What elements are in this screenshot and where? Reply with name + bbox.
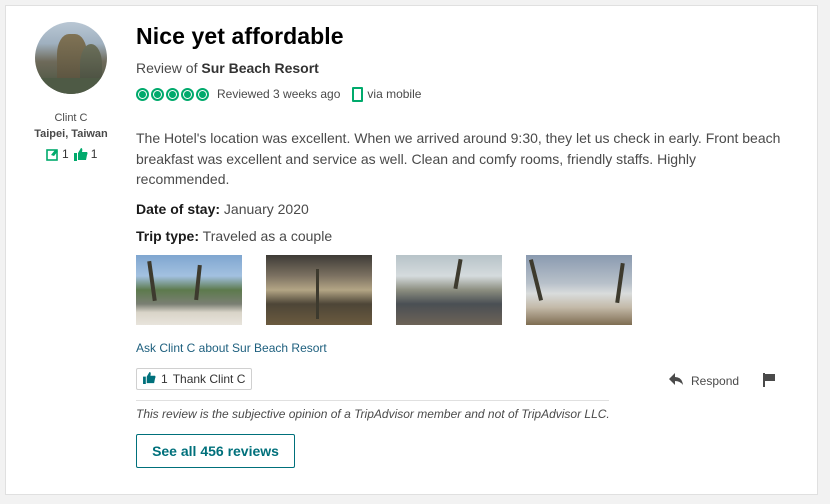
date-of-stay: Date of stay: January 2020 [136, 201, 309, 217]
trip-type: Trip type: Traveled as a couple [136, 228, 332, 244]
review-photos [136, 255, 632, 325]
ask-reviewer-link[interactable]: Ask Clint C about Sur Beach Resort [136, 341, 327, 355]
reply-arrow-icon [669, 373, 684, 389]
review-card: Clint C Taipei, Taiwan 1 1 Nice yet affo… [5, 5, 818, 495]
disclaimer: This review is the subjective opinion of… [136, 407, 610, 421]
beach-sunset-photo[interactable] [526, 255, 632, 325]
reviewer-location: Taipei, Taiwan [34, 128, 108, 140]
beach-resort-photo[interactable] [136, 255, 242, 325]
review-title[interactable]: Nice yet affordable [136, 23, 344, 50]
contributions-count: 1 [62, 147, 69, 161]
review-of-line: Review of Sur Beach Resort [136, 60, 319, 76]
rating-bubbles [136, 87, 209, 101]
divider [136, 400, 609, 401]
trip-type-value: Traveled as a couple [202, 228, 333, 244]
bubble-icon [181, 87, 194, 101]
restaurant-photo[interactable] [266, 255, 372, 325]
mobile-icon [352, 86, 364, 102]
review-body: The Hotel's location was excellent. When… [136, 130, 781, 187]
thank-label: Thank Clint C [172, 372, 246, 386]
review-of-prefix: Review of [136, 60, 198, 76]
thumbs-up-icon [143, 371, 156, 387]
thank-count: 1 [161, 372, 168, 386]
rating-row: Reviewed 3 weeks ago via mobile [136, 85, 421, 103]
respond-button[interactable]: Respond [669, 373, 739, 389]
bubble-icon [166, 87, 179, 101]
helpful-votes-icon [73, 147, 88, 161]
reviewer-avatar[interactable] [35, 22, 107, 94]
thank-button[interactable]: 1 Thank Clint C [136, 368, 253, 390]
see-all-reviews-button[interactable]: See all 456 reviews [136, 434, 295, 468]
flag-icon[interactable] [762, 373, 776, 392]
contributions-icon [46, 148, 59, 161]
reviewed-date: Reviewed 3 weeks ago [217, 87, 341, 101]
date-of-stay-label: Date of stay: [136, 201, 221, 217]
reviewer-name[interactable]: Clint C [6, 112, 136, 124]
bubble-icon [136, 87, 149, 101]
trip-type-label: Trip type: [136, 228, 200, 244]
reviewer-stats: 1 1 [46, 147, 97, 161]
helpful-votes-count: 1 [90, 147, 98, 161]
hotel-name[interactable]: Sur Beach Resort [201, 60, 318, 76]
respond-label: Respond [691, 374, 740, 388]
bubble-icon [196, 87, 209, 101]
via-mobile: via mobile [367, 87, 422, 101]
date-of-stay-value: January 2020 [223, 201, 309, 217]
bubble-icon [151, 87, 164, 101]
drinks-photo[interactable] [396, 255, 502, 325]
